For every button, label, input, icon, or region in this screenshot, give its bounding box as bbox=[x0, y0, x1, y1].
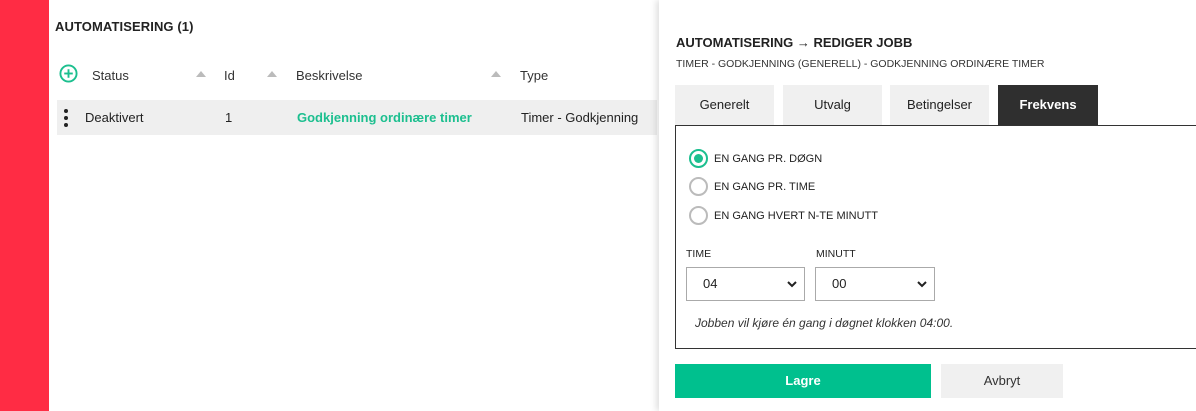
kebab-menu-icon[interactable] bbox=[59, 109, 73, 127]
row-type: Timer - Godkjenning bbox=[521, 110, 639, 125]
frequency-settings: EN GANG PR. DØGN EN GANG PR. TIME EN GAN… bbox=[675, 125, 1196, 349]
radio-once-per-day[interactable]: EN GANG PR. DØGN bbox=[689, 149, 822, 168]
radio-button-checked[interactable] bbox=[689, 149, 708, 168]
radio-every-nth-minute[interactable]: EN GANG HVERT N-TE MINUTT bbox=[689, 206, 878, 225]
tab-conditions[interactable]: Betingelser bbox=[890, 85, 989, 125]
minute-select[interactable]: 00 bbox=[815, 267, 935, 301]
hour-select[interactable]: 04 bbox=[686, 267, 805, 301]
column-header-status[interactable]: Status bbox=[92, 68, 129, 83]
panel-subtitle: TIMER - GODKJENNING (GENERELL) - GODKJEN… bbox=[676, 58, 1045, 70]
row-status: Deaktivert bbox=[85, 110, 144, 125]
automation-list: AUTOMATISERING (1) Status Id Beskrivelse… bbox=[49, 0, 659, 411]
tab-frequency[interactable]: Frekvens bbox=[998, 85, 1098, 125]
save-button[interactable]: Lagre bbox=[675, 364, 931, 398]
sort-ascending-icon[interactable] bbox=[267, 71, 277, 77]
sort-ascending-icon[interactable] bbox=[196, 71, 206, 77]
column-header-description[interactable]: Beskrivelse bbox=[296, 68, 362, 83]
sort-ascending-icon[interactable] bbox=[491, 71, 501, 77]
row-id: 1 bbox=[225, 110, 233, 125]
list-title: AUTOMATISERING (1) bbox=[55, 19, 194, 34]
radio-label: EN GANG PR. TIME bbox=[714, 180, 816, 193]
radio-label: EN GANG PR. DØGN bbox=[714, 152, 823, 165]
radio-once-per-hour[interactable]: EN GANG PR. TIME bbox=[689, 177, 815, 196]
cancel-button[interactable]: Avbryt bbox=[941, 364, 1063, 398]
radio-button[interactable] bbox=[689, 206, 708, 225]
chevron-down-icon bbox=[787, 281, 797, 288]
row-description-link[interactable]: Godkjenning ordinære timer bbox=[297, 110, 472, 125]
radio-button[interactable] bbox=[689, 177, 708, 196]
column-header-id[interactable]: Id bbox=[224, 68, 235, 83]
minute-label: MINUTT bbox=[816, 248, 856, 260]
tab-selection[interactable]: Utvalg bbox=[783, 85, 882, 125]
tab-general[interactable]: Generelt bbox=[675, 85, 774, 125]
radio-label: EN GANG HVERT N-TE MINUTT bbox=[714, 209, 878, 222]
hour-label: TIME bbox=[686, 248, 712, 260]
edit-job-panel: AUTOMATISERING → REDIGER JOBB TIMER - GO… bbox=[659, 0, 1196, 411]
hour-select-value: 04 bbox=[703, 276, 718, 291]
minute-select-value: 00 bbox=[832, 276, 847, 291]
panel-title: AUTOMATISERING → REDIGER JOBB bbox=[676, 35, 913, 50]
column-header-type[interactable]: Type bbox=[520, 68, 548, 83]
brand-sidebar bbox=[0, 0, 49, 411]
schedule-hint: Jobben vil kjøre én gang i døgnet klokke… bbox=[695, 316, 954, 330]
plus-circle-icon[interactable] bbox=[59, 64, 78, 83]
table-row[interactable]: Deaktivert 1 Godkjenning ordinære timer … bbox=[57, 100, 657, 135]
chevron-down-icon bbox=[917, 281, 927, 288]
